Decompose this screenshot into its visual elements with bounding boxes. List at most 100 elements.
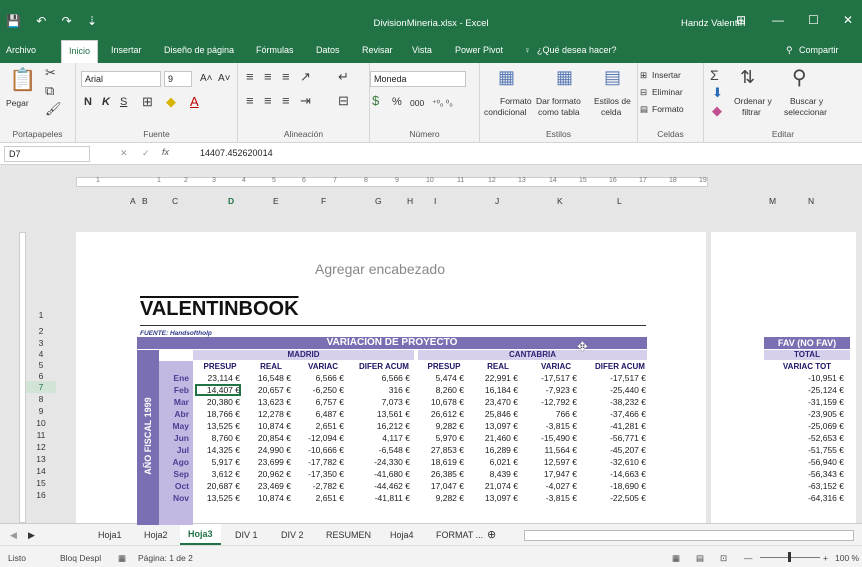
table-cell[interactable]: 21,460 € — [474, 433, 518, 443]
conditional-format-icon[interactable]: ▦ — [498, 67, 515, 88]
table-cell[interactable]: -25,440 € — [590, 385, 646, 395]
table-cell[interactable]: 27,853 € — [420, 445, 464, 455]
font-size-select[interactable]: 9 — [164, 71, 192, 87]
table-cell[interactable]: 17,047 € — [420, 481, 464, 491]
table-cell[interactable]: -56,343 € — [764, 469, 844, 479]
table-cell[interactable]: -41,811 € — [354, 493, 410, 503]
indent-icon[interactable]: ⇥ — [300, 93, 311, 109]
table-cell[interactable]: 9,282 € — [420, 493, 464, 503]
fill-color-icon[interactable]: ◆ — [166, 94, 176, 110]
sheet-tab-div1[interactable]: DIV 1 — [235, 530, 258, 540]
horizontal-scrollbar[interactable] — [524, 530, 854, 541]
fill-icon[interactable]: ⬇ — [712, 85, 723, 101]
col-header-l[interactable]: L — [617, 196, 622, 206]
table-cell[interactable]: 13,525 € — [196, 421, 240, 431]
cond-format-line2[interactable]: condicional — [484, 107, 527, 117]
table-cell[interactable]: -22,505 € — [590, 493, 646, 503]
table-cell[interactable]: 2,651 € — [298, 493, 344, 503]
table-cell[interactable]: 12,278 € — [247, 409, 291, 419]
tab-diseno-pagina[interactable]: Diseño de página — [164, 45, 234, 55]
table-cell[interactable]: 7,073 € — [354, 397, 410, 407]
table-cell[interactable]: 20,854 € — [247, 433, 291, 443]
ribbon-display-icon[interactable]: ⊞ — [736, 13, 746, 27]
table-cell[interactable]: 13,623 € — [247, 397, 291, 407]
sort-filter-icon[interactable]: ⇅ — [740, 67, 755, 88]
table-cell[interactable]: -14,663 € — [590, 469, 646, 479]
maximize-button[interactable]: ☐ — [808, 13, 819, 27]
row-header-2[interactable]: 2 — [26, 325, 56, 337]
table-cell[interactable]: 20,687 € — [196, 481, 240, 491]
share-button[interactable]: Compartir — [799, 45, 839, 55]
align-middle-icon[interactable]: ≡ — [264, 69, 272, 84]
row-header-16[interactable]: 16 — [26, 489, 56, 501]
table-cell[interactable]: 16,212 € — [354, 421, 410, 431]
row-header-8[interactable]: 8 — [26, 393, 56, 405]
format-table-line1[interactable]: Dar formato — [536, 96, 581, 106]
tab-vista[interactable]: Vista — [412, 45, 432, 55]
table-cell[interactable]: -3,815 € — [531, 421, 577, 431]
cell-styles-line2[interactable]: celda — [601, 107, 621, 117]
table-cell[interactable]: -31,159 € — [764, 397, 844, 407]
table-cell[interactable]: 10,678 € — [420, 397, 464, 407]
table-cell[interactable]: -17,782 € — [298, 457, 344, 467]
row-header-11[interactable]: 11 — [26, 429, 56, 441]
sheet-tab-hoja4[interactable]: Hoja4 — [390, 530, 414, 540]
table-cell[interactable]: 316 € — [354, 385, 410, 395]
table-cell[interactable]: 13,561 € — [354, 409, 410, 419]
table-cell[interactable]: 6,566 € — [354, 373, 410, 383]
sheet-tab-format[interactable]: FORMAT ... — [436, 530, 483, 540]
table-cell[interactable]: -41,281 € — [590, 421, 646, 431]
table-cell[interactable]: 2,651 € — [298, 421, 344, 431]
minimize-button[interactable]: — — [772, 13, 784, 27]
sheet-tab-hoja3[interactable]: Hoja3 — [180, 524, 221, 545]
tab-power-pivot[interactable]: Power Pivot — [455, 45, 503, 55]
table-cell[interactable]: -17,517 € — [531, 373, 577, 383]
align-bottom-icon[interactable]: ≡ — [282, 69, 290, 84]
table-cell[interactable]: 13,097 € — [474, 421, 518, 431]
table-cell[interactable]: 13,525 € — [196, 493, 240, 503]
table-cell[interactable]: -41,680 € — [354, 469, 410, 479]
align-right-icon[interactable]: ≡ — [282, 93, 290, 108]
col-header-k[interactable]: K — [557, 196, 563, 206]
enter-icon[interactable]: ✓ — [142, 148, 150, 159]
table-cell[interactable]: 22,991 € — [474, 373, 518, 383]
table-cell[interactable]: 20,657 € — [247, 385, 291, 395]
table-cell[interactable]: -12,792 € — [531, 397, 577, 407]
table-cell[interactable]: 8,260 € — [420, 385, 464, 395]
cell-styles-icon[interactable]: ▤ — [604, 67, 621, 88]
sort-filter-line1[interactable]: Ordenar y — [734, 96, 772, 106]
cell-styles-line1[interactable]: Estilos de — [594, 96, 631, 106]
table-cell[interactable]: -45,207 € — [590, 445, 646, 455]
zoom-level[interactable]: 100 % — [835, 553, 859, 563]
header-placeholder[interactable]: Agregar encabezado — [315, 261, 445, 277]
col-header-i[interactable]: I — [434, 196, 436, 206]
tab-insertar[interactable]: Insertar — [111, 45, 142, 55]
row-header-13[interactable]: 13 — [26, 453, 56, 465]
col-header-g[interactable]: G — [375, 196, 382, 206]
orientation-icon[interactable]: ↗ — [300, 69, 311, 85]
col-header-j[interactable]: J — [495, 196, 499, 206]
row-header-7[interactable]: 7 — [26, 381, 56, 393]
source-note[interactable]: FUENTE: Handsoftholp — [140, 330, 212, 337]
table-cell[interactable]: -12,094 € — [298, 433, 344, 443]
bold-button[interactable]: N — [84, 96, 92, 108]
row-header-12[interactable]: 12 — [26, 441, 56, 453]
table-cell[interactable]: -23,905 € — [764, 409, 844, 419]
table-cell[interactable]: 17,947 € — [531, 469, 577, 479]
find-select-line2[interactable]: seleccionar — [784, 107, 827, 117]
underline-button[interactable]: S — [120, 96, 127, 108]
sheet-tab-hoja1[interactable]: Hoja1 — [98, 530, 122, 540]
sheet-tab-resumen[interactable]: RESUMEN — [326, 530, 371, 540]
col-header-a[interactable]: A — [130, 196, 136, 206]
table-cell[interactable]: -17,350 € — [298, 469, 344, 479]
italic-button[interactable]: K — [102, 96, 110, 108]
macro-record-icon[interactable]: ▦ — [118, 553, 126, 564]
table-cell[interactable]: -52,653 € — [764, 433, 844, 443]
cut-icon[interactable]: ✂ — [45, 65, 56, 81]
table-cell[interactable]: 13,097 € — [474, 493, 518, 503]
grow-font-icon[interactable]: A˄ — [200, 73, 213, 84]
table-cell[interactable]: -10,951 € — [764, 373, 844, 383]
copy-icon[interactable]: ⧉ — [45, 83, 54, 99]
merge-center-icon[interactable]: ⊟ — [338, 93, 349, 109]
fx-icon[interactable]: fx — [162, 147, 169, 157]
